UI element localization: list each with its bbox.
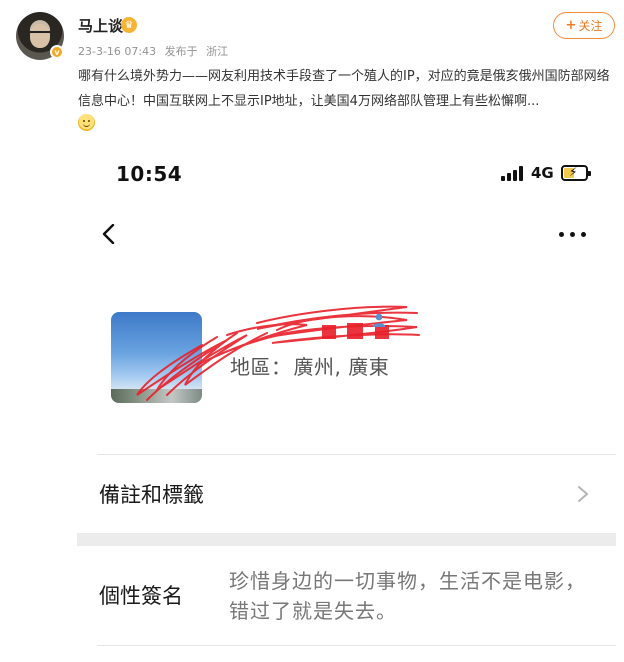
person-icon	[372, 313, 386, 327]
post-meta: 23-3-16 07:43 发布于 浙江	[78, 43, 233, 59]
redaction-scribble	[136, 305, 420, 401]
divider	[97, 645, 616, 646]
weibo-post: v 马上谈 ♛ 23-3-16 07:43 发布于 浙江 + 关注 哪有什么境外…	[0, 0, 624, 138]
battery-icon: ⚡	[561, 165, 591, 181]
post-source-prefix: 发布于	[164, 45, 198, 58]
follow-label: 关注	[578, 19, 603, 33]
follow-button[interactable]: + 关注	[553, 12, 615, 39]
profile-screenshot: 10:54 4G ⚡ 地區： 廣州, 廣東 備註和標籤 個性簽名 珍惜身边的一切…	[77, 140, 616, 662]
post-location: 浙江	[206, 45, 229, 58]
section-gap	[77, 533, 616, 546]
remarks-and-tags-label: 備註和標籤	[99, 483, 204, 507]
status-bar: 10:54 4G ⚡	[77, 140, 616, 210]
avatar-face	[30, 24, 50, 48]
smile-emoji-icon	[78, 114, 95, 131]
status-time: 10:54	[116, 162, 183, 186]
region-info: 地區： 廣州, 廣東	[230, 351, 389, 380]
signature-text: 珍惜身边的一切事物，生活不是电影，错过了就是失去。	[229, 569, 586, 623]
vip-crown-icon: ♛	[121, 17, 137, 33]
post-date[interactable]: 23-3-16 07:43	[78, 45, 156, 58]
verified-badge-icon: v	[50, 45, 64, 59]
username[interactable]: 马上谈	[78, 15, 123, 36]
more-dots-icon[interactable]	[559, 232, 591, 238]
chevron-right-icon	[578, 486, 588, 502]
post-text: 哪有什么境外势力——网友利用技术手段查了一个殖人的IP，对应的竟是俄亥俄州国防部…	[78, 69, 610, 109]
signature-label: 個性簽名	[99, 584, 183, 608]
avatar-glasses	[30, 31, 50, 36]
back-chevron-icon[interactable]	[99, 224, 119, 244]
region-label: 地區：	[230, 355, 292, 379]
network-type: 4G	[531, 164, 554, 182]
plus-icon: +	[565, 18, 577, 33]
remarks-and-tags-row[interactable]: 備註和標籤	[77, 455, 616, 533]
signal-icon	[501, 166, 525, 181]
region-value: 廣州, 廣東	[293, 355, 390, 379]
